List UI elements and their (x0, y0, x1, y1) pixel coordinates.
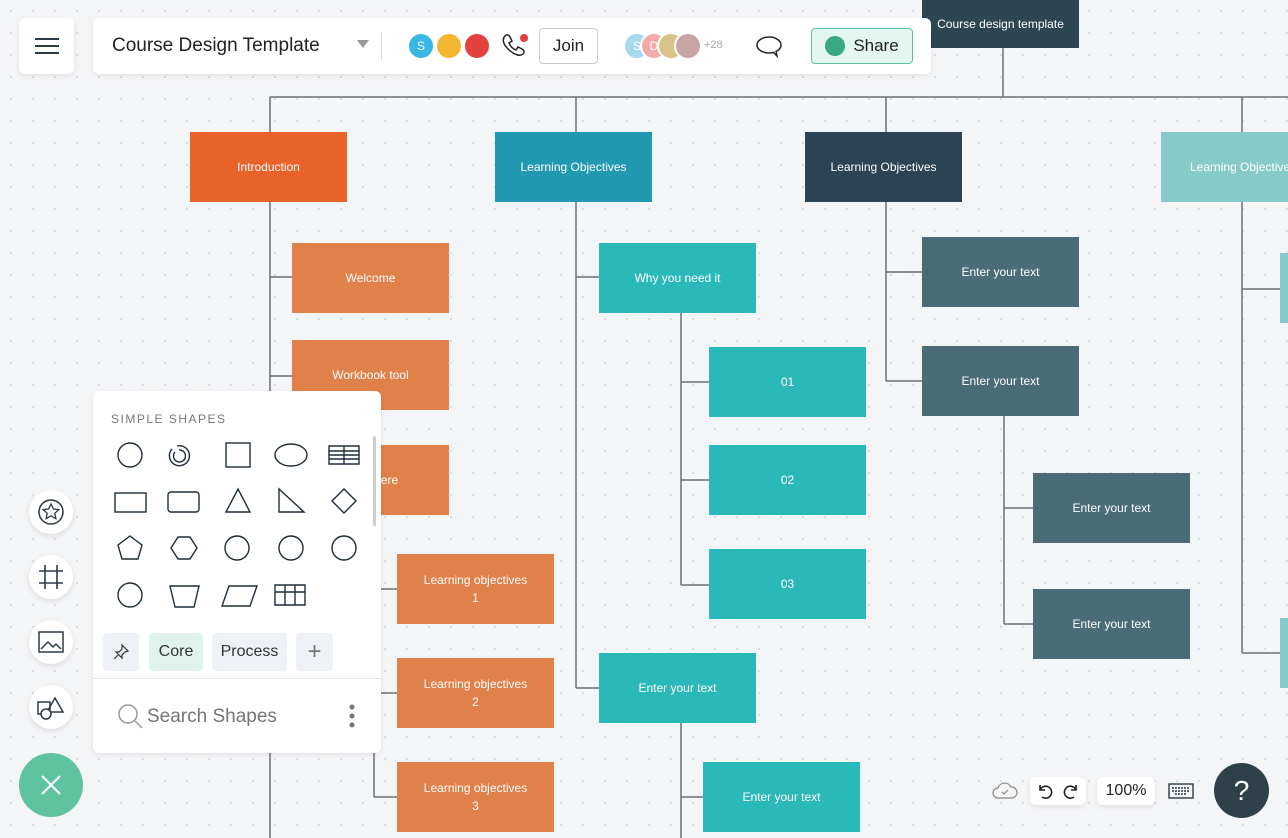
node-why-you-need-it[interactable]: Why you need it (599, 243, 756, 313)
node-learning-objectives[interactable]: Learning Objectives (805, 132, 962, 202)
image-button[interactable] (29, 620, 73, 664)
section-title: SIMPLE SHAPES (111, 412, 227, 426)
node-lo-1[interactable]: Learning objectives 1 (397, 554, 554, 624)
zoom-level[interactable]: 100% (1097, 777, 1155, 805)
node-partial[interactable] (1280, 253, 1288, 323)
shapes-button[interactable] (29, 685, 73, 729)
node-learning-objectives[interactable]: Learning Objectives (495, 132, 652, 202)
node-enter-text[interactable]: Enter your text (599, 653, 756, 723)
node-enter-text[interactable]: Enter your text (922, 237, 1079, 307)
more-collaborators-count[interactable]: +28 (704, 39, 723, 51)
title-dropdown-icon[interactable] (357, 40, 369, 54)
undo-icon[interactable] (1036, 782, 1054, 800)
node-01[interactable]: 01 (709, 347, 866, 417)
node-lo-3[interactable]: Learning objectives 3 (397, 762, 554, 832)
avatar[interactable] (435, 32, 463, 60)
hamburger-icon (34, 38, 59, 54)
shape-grid[interactable] (107, 436, 367, 616)
call-icon[interactable] (501, 32, 531, 60)
scrollbar[interactable] (373, 436, 376, 526)
search-shapes-input[interactable] (147, 702, 327, 732)
comment-icon[interactable] (755, 34, 783, 58)
undo-redo-group (1030, 777, 1086, 805)
shapes-panel: SIMPLE SHAPES Core Process + (93, 391, 381, 753)
node-welcome[interactable]: Welcome (292, 243, 449, 313)
close-icon (41, 775, 61, 795)
close-panel-button[interactable] (19, 753, 83, 817)
help-button[interactable]: ? (1214, 763, 1269, 818)
share-button[interactable]: Share (811, 28, 913, 64)
node-learning-objective[interactable]: Learning Objective (1161, 132, 1288, 202)
top-toolbar: Course Design Template S Join S D +28 Sh… (93, 18, 931, 74)
globe-icon (825, 36, 846, 56)
join-button[interactable]: Join (539, 28, 598, 64)
node-enter-text[interactable]: Enter your text (1033, 473, 1190, 543)
image-icon (38, 631, 64, 653)
avatar[interactable] (463, 32, 491, 60)
pin-button[interactable] (103, 633, 139, 671)
pin-icon (113, 643, 130, 660)
avatar[interactable]: S (407, 32, 435, 60)
node-03[interactable]: 03 (709, 549, 866, 619)
frame-button[interactable] (29, 555, 73, 599)
node-partial[interactable] (1280, 618, 1288, 688)
more-options-icon[interactable] (348, 704, 356, 730)
tab-core[interactable]: Core (149, 633, 203, 671)
divider (381, 32, 382, 60)
node-enter-text[interactable]: Enter your text (1033, 589, 1190, 659)
keyboard-icon[interactable] (1168, 783, 1194, 799)
add-library-button[interactable]: + (296, 633, 333, 671)
shapes-icon (37, 696, 65, 720)
favorites-shapes-button[interactable] (29, 490, 73, 534)
node-lo-2[interactable]: Learning objectives 2 (397, 658, 554, 728)
redo-icon[interactable] (1062, 782, 1080, 800)
star-shape-icon (38, 499, 64, 525)
node-enter-text[interactable]: Enter your text (703, 762, 860, 832)
tab-process[interactable]: Process (212, 633, 287, 671)
node-enter-text[interactable]: Enter your text (922, 346, 1079, 416)
document-title[interactable]: Course Design Template (112, 35, 320, 57)
share-label: Share (853, 36, 899, 55)
divider (93, 678, 381, 679)
node-02[interactable]: 02 (709, 445, 866, 515)
cloud-saved-icon (992, 782, 1018, 799)
frame-icon (39, 565, 63, 589)
node-introduction[interactable]: Introduction (190, 132, 347, 202)
menu-button[interactable] (19, 18, 74, 74)
root-node[interactable]: Course design template (922, 0, 1079, 48)
search-icon (118, 704, 143, 729)
collaborator-avatar[interactable] (674, 32, 702, 60)
